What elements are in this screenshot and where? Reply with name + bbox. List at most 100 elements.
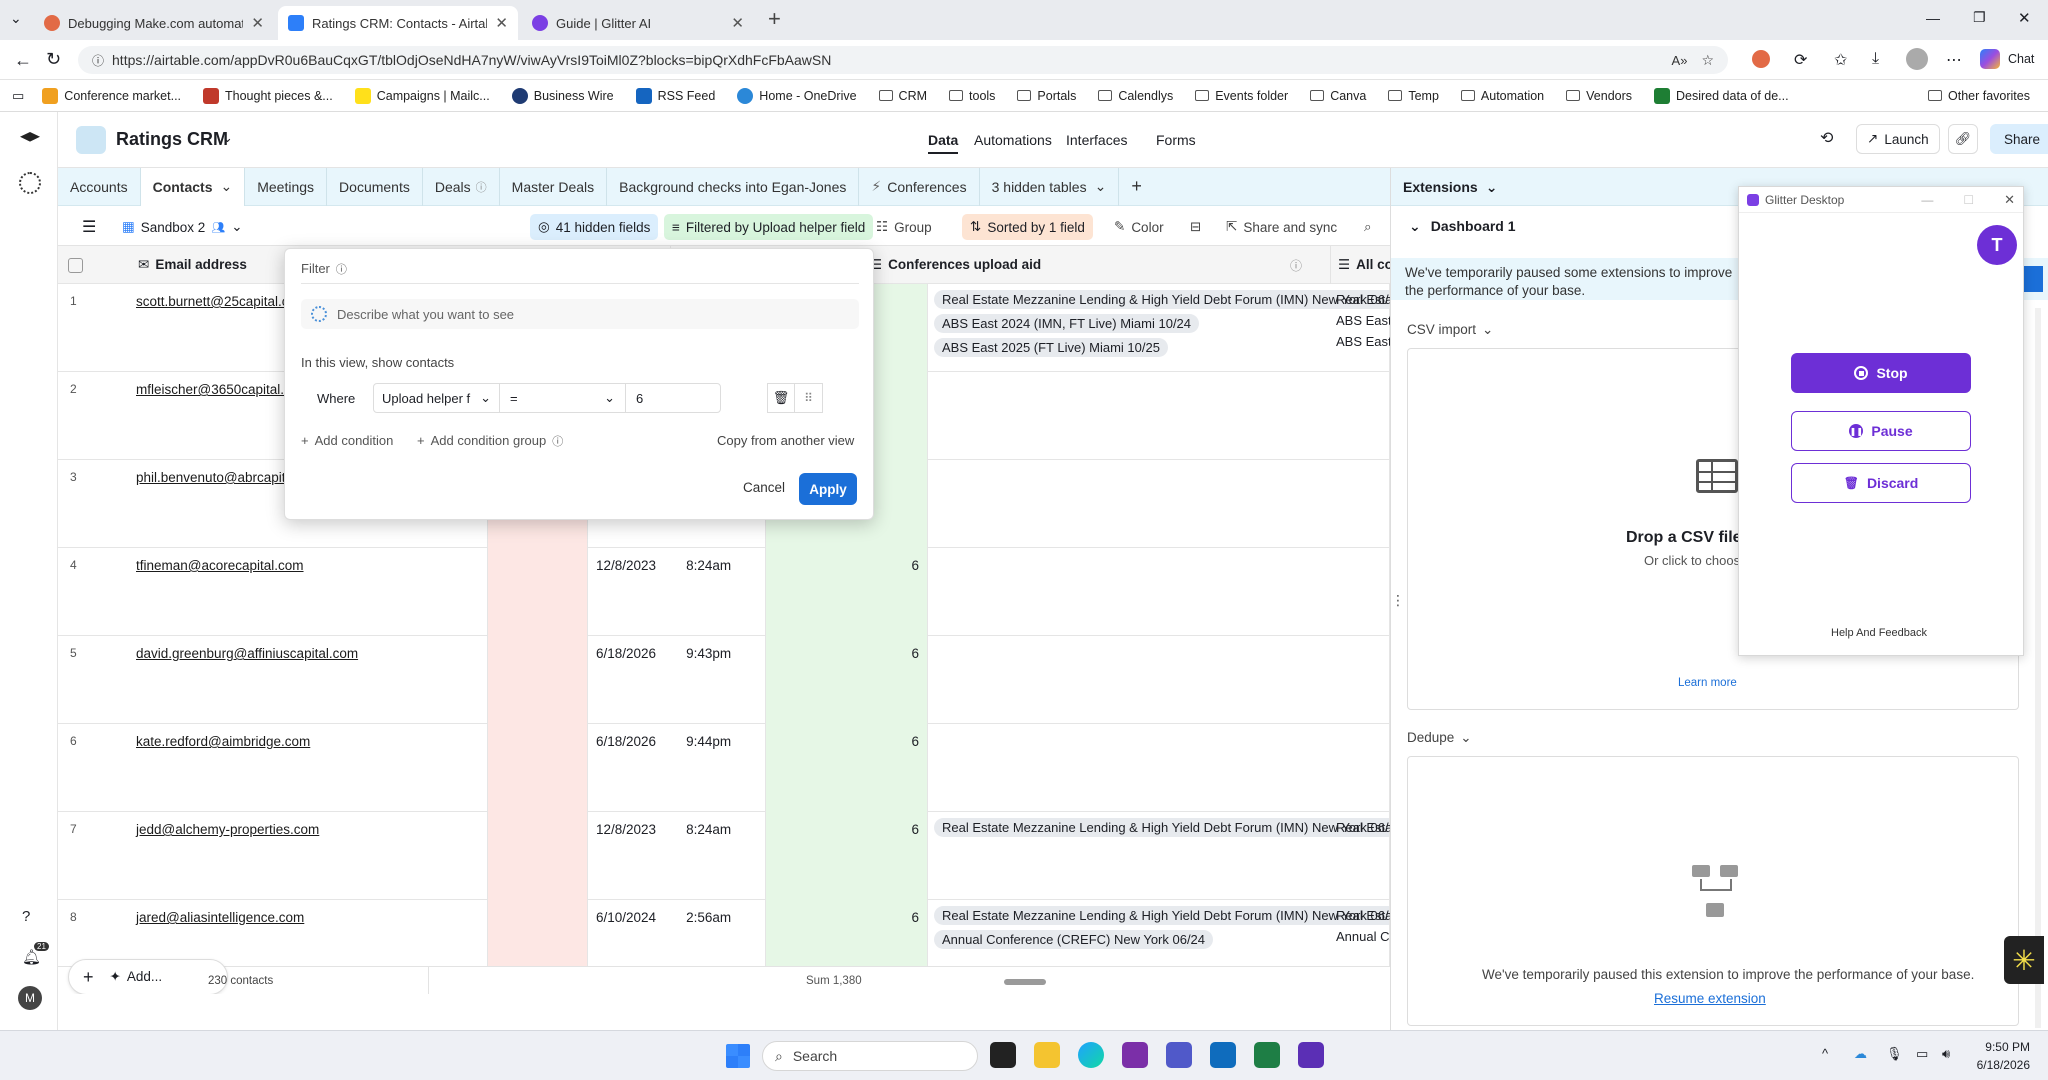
email-link[interactable]: jared@aliasintelligence.com bbox=[136, 910, 304, 925]
column-header-conferences[interactable]: ☰ Conferences upload aid bbox=[870, 257, 1041, 273]
share-sync-button[interactable]: ⇱ Share and sync bbox=[1218, 214, 1345, 240]
resume-extension-link[interactable]: Resume extension bbox=[1654, 991, 1766, 1006]
column-header-email[interactable]: ✉︎ Email address bbox=[138, 257, 247, 273]
favorite-folder[interactable]: Calendlys bbox=[1098, 89, 1173, 103]
ai-filter-input[interactable]: Describe what you want to see bbox=[301, 299, 859, 329]
nav-forms[interactable]: Forms bbox=[1156, 132, 1196, 148]
tab-deals[interactable]: Deals ⓘ bbox=[423, 167, 500, 206]
back-icon[interactable]: ← bbox=[14, 50, 32, 71]
chevron-down-icon[interactable]: ⌄ bbox=[222, 130, 233, 146]
microphone-icon[interactable]: 🎙︎ bbox=[1886, 1046, 1903, 1062]
favorite-folder[interactable]: tools bbox=[949, 89, 995, 103]
user-avatar[interactable]: T bbox=[1977, 225, 2017, 265]
filter-button[interactable]: ≡ Filtered by Upload helper field bbox=[664, 214, 874, 240]
windows-start-icon[interactable] bbox=[726, 1044, 750, 1068]
tab-master-deals[interactable]: Master Deals bbox=[500, 167, 608, 206]
email-link[interactable]: phil.benvenuto@abrcapit bbox=[136, 470, 286, 485]
field-select[interactable]: Upload helper f ⌄ bbox=[374, 384, 500, 412]
close-icon[interactable]: ✕ bbox=[731, 14, 744, 32]
table-row[interactable]: 6 kate.redford@aimbridge.com 6/18/2026 9:44… bbox=[58, 724, 1390, 812]
favorite-item[interactable]: Campaigns | Mailc... bbox=[354, 87, 490, 104]
read-aloud-icon[interactable]: A» bbox=[1672, 53, 1688, 68]
search-icon[interactable]: ⌕ bbox=[1356, 214, 1380, 240]
chevron-down-icon[interactable]: ⌄ bbox=[221, 178, 233, 195]
favorite-folder[interactable]: Canva bbox=[1310, 89, 1366, 103]
value-input[interactable]: 6 bbox=[626, 384, 766, 412]
all-conferences-cell[interactable] bbox=[1330, 548, 1390, 636]
email-link[interactable]: tfineman@acorecapital.com bbox=[136, 558, 304, 573]
hidden-fields-button[interactable]: ◎ 41 hidden fields bbox=[530, 214, 659, 240]
favorite-folder[interactable]: Automation bbox=[1460, 89, 1544, 103]
taskbar-search[interactable]: ⌕ Search bbox=[762, 1041, 978, 1071]
vertical-scrollbar[interactable] bbox=[2035, 308, 2041, 1028]
upload-helper-cell[interactable]: 6 bbox=[766, 724, 928, 812]
email-link[interactable]: jedd@alchemy-properties.com bbox=[136, 822, 319, 837]
conferences-cell[interactable] bbox=[928, 460, 1390, 548]
tab-documents[interactable]: Documents bbox=[327, 167, 423, 206]
favorite-folder[interactable]: Events folder bbox=[1195, 89, 1288, 103]
status-cell[interactable] bbox=[488, 548, 588, 636]
edge-icon[interactable] bbox=[1078, 1042, 1104, 1068]
window-close-icon[interactable]: ✕ bbox=[2018, 9, 2031, 27]
onedrive-tray-icon[interactable]: ☁ bbox=[1854, 1046, 1867, 1062]
csv-import-header[interactable]: CSV import ⌄ bbox=[1407, 322, 1493, 338]
nav-interfaces[interactable]: Interfaces bbox=[1066, 132, 1127, 148]
add-with-ai-button[interactable]: ✦ Add... bbox=[110, 969, 163, 985]
table-row[interactable]: 7 jedd@alchemy-properties.com 12/8/2023 8:2… bbox=[58, 812, 1390, 900]
reading-list-icon[interactable]: ▭ bbox=[12, 88, 24, 104]
glitter-taskbar-icon[interactable] bbox=[1298, 1042, 1324, 1068]
tab-background-checks[interactable]: Background checks into Egan-Jones bbox=[607, 167, 860, 206]
tab-list-chevron-icon[interactable]: ⌄ bbox=[10, 10, 22, 27]
favorite-folder[interactable]: Portals bbox=[1017, 89, 1076, 103]
link-icon[interactable]: 🔗︎ bbox=[1948, 124, 1978, 154]
email-link[interactable]: kate.redford@aimbridge.com bbox=[136, 734, 310, 749]
add-table-icon[interactable]: + bbox=[1119, 168, 1154, 206]
drag-handle-icon[interactable]: ⠿ bbox=[795, 383, 823, 413]
close-icon[interactable]: ✕ bbox=[495, 14, 508, 32]
tab-conferences[interactable]: ⚡︎ Conferences bbox=[859, 167, 980, 206]
upload-helper-cell[interactable]: 6 bbox=[766, 548, 928, 636]
favorite-item[interactable]: Desired data of de... bbox=[1654, 87, 1789, 104]
extension-icon[interactable] bbox=[1752, 50, 1770, 68]
tab-contacts[interactable]: Contacts ⌄ bbox=[140, 167, 246, 206]
all-conferences-cell[interactable]: Real Esta ABS East ABS East bbox=[1330, 284, 1390, 372]
favorite-item[interactable]: Business Wire bbox=[511, 87, 614, 104]
maximize-icon[interactable]: ☐ bbox=[1963, 193, 1974, 207]
date-cell[interactable]: 12/8/2023 8:24am bbox=[588, 812, 766, 900]
conferences-cell[interactable] bbox=[928, 724, 1390, 812]
email-link[interactable]: david.greenburg@affiniuscapital.com bbox=[136, 646, 358, 661]
copilot-icon[interactable] bbox=[1980, 49, 2000, 69]
email-cell[interactable]: tfineman@acorecapital.com bbox=[128, 548, 488, 636]
conferences-cell[interactable] bbox=[928, 636, 1390, 724]
date-cell[interactable]: 6/18/2026 9:44pm bbox=[588, 724, 766, 812]
teams-icon[interactable] bbox=[1166, 1042, 1192, 1068]
dashboard-selector[interactable]: ⌄ Dashboard 1 bbox=[1409, 218, 1516, 235]
all-conferences-cell[interactable] bbox=[1330, 724, 1390, 812]
sidebar-assistant-icon[interactable]: ✳ bbox=[2004, 936, 2044, 984]
table-row[interactable]: 5 david.greenburg@affiniuscapital.com 6/18… bbox=[58, 636, 1390, 724]
base-name[interactable]: Ratings CRM bbox=[116, 129, 228, 150]
column-header-all[interactable]: ☰ All co bbox=[1338, 257, 1390, 273]
nav-automations[interactable]: Automations bbox=[974, 132, 1052, 148]
pause-button[interactable]: ❚❚ Pause bbox=[1791, 411, 1971, 451]
conferences-cell[interactable] bbox=[928, 548, 1390, 636]
add-condition-button[interactable]: + Add condition bbox=[301, 433, 393, 448]
tab-accounts[interactable]: Accounts bbox=[58, 167, 141, 206]
apply-button[interactable]: Apply bbox=[799, 473, 857, 505]
copy-from-view-button[interactable]: Copy from another view bbox=[717, 433, 854, 448]
airtable-logo-icon[interactable] bbox=[20, 132, 40, 142]
all-conferences-cell[interactable]: Real Esta bbox=[1330, 812, 1390, 900]
minimize-icon[interactable]: — bbox=[1926, 10, 1940, 26]
more-icon[interactable]: ⋯ bbox=[1946, 50, 1962, 70]
date-cell[interactable]: 12/8/2023 8:24am bbox=[588, 548, 766, 636]
conferences-cell[interactable]: Real Estate Mezzanine Lending & High Yie… bbox=[928, 284, 1390, 372]
puzzle-icon[interactable]: ⟳ bbox=[1794, 50, 1807, 70]
add-condition-group-button[interactable]: + Add condition group ⓘ bbox=[417, 433, 563, 449]
browser-tab-glitter[interactable]: Guide | Glitter AI ✕ bbox=[522, 6, 754, 40]
stop-button[interactable]: Stop bbox=[1791, 353, 1971, 393]
date-cell[interactable]: 6/18/2026 9:43pm bbox=[588, 636, 766, 724]
tray-chevron-icon[interactable]: ^ bbox=[1822, 1046, 1828, 1061]
status-cell[interactable] bbox=[488, 636, 588, 724]
favorite-item[interactable]: Home - OneDrive bbox=[737, 87, 857, 104]
favorite-folder[interactable]: Temp bbox=[1388, 89, 1439, 103]
